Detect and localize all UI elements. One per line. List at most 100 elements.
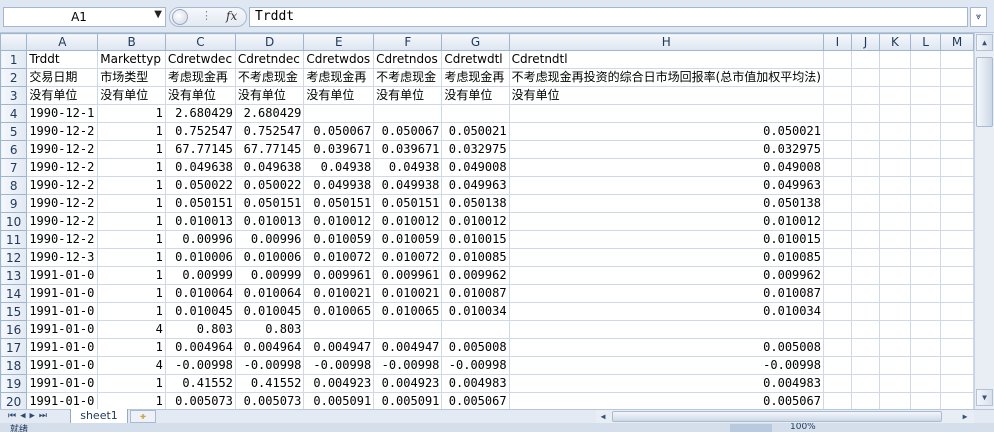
empty-cell[interactable] (850, 122, 880, 142)
row-header[interactable]: 13 (0, 266, 28, 286)
cell-f10[interactable]: 0.010012 (373, 212, 443, 232)
cell-f12[interactable]: 0.010072 (373, 248, 443, 268)
cell-a8[interactable]: 1990-12-2 (26, 176, 99, 196)
scroll-up-button[interactable]: ▲ (976, 34, 993, 51)
empty-cell[interactable] (822, 212, 852, 232)
cell-b5[interactable]: 1 (97, 122, 166, 142)
empty-cell[interactable] (940, 50, 974, 70)
cell-g6[interactable]: 0.032975 (441, 140, 510, 160)
empty-cell[interactable] (940, 104, 974, 124)
empty-cell[interactable] (909, 338, 942, 358)
cell-b18[interactable]: 4 (97, 356, 166, 376)
cell-a20[interactable]: 1991-01-0 (26, 392, 99, 409)
cell-f5[interactable]: 0.050067 (373, 122, 443, 142)
horizontal-scroll-thumb[interactable] (612, 411, 942, 422)
cell-d19[interactable]: 0.41552 (234, 374, 305, 394)
cell-b7[interactable]: 1 (97, 158, 166, 178)
empty-cell[interactable] (909, 68, 942, 88)
cell-c11[interactable]: 0.00996 (164, 230, 236, 250)
scroll-left-button[interactable]: ◀ (596, 410, 610, 423)
empty-cell[interactable] (909, 86, 942, 106)
cell-c15[interactable]: 0.010045 (164, 302, 236, 322)
column-header[interactable]: L (909, 33, 942, 52)
empty-cell[interactable] (940, 356, 974, 376)
cell-d6[interactable]: 67.77145 (234, 140, 305, 160)
empty-cell[interactable] (878, 176, 911, 196)
cell-b15[interactable]: 1 (97, 302, 166, 322)
column-header[interactable]: I (822, 33, 852, 52)
row-header[interactable]: 11 (0, 230, 28, 250)
row-header[interactable]: 7 (0, 158, 28, 178)
column-header[interactable]: M (940, 33, 974, 52)
empty-cell[interactable] (822, 122, 852, 142)
cell-g15[interactable]: 0.010034 (441, 302, 510, 322)
row-header[interactable]: 14 (0, 284, 28, 304)
cell-e4[interactable] (303, 104, 375, 124)
row-header[interactable]: 6 (0, 140, 28, 160)
empty-cell[interactable] (909, 50, 942, 70)
empty-cell[interactable] (940, 122, 974, 142)
cell-d12[interactable]: 0.010006 (234, 248, 305, 268)
empty-cell[interactable] (822, 104, 852, 124)
empty-cell[interactable] (850, 194, 880, 214)
cell-a14[interactable]: 1991-01-0 (26, 284, 99, 304)
cell-c7[interactable]: 0.049638 (164, 158, 236, 178)
cell-g17[interactable]: 0.005008 (441, 338, 510, 358)
empty-cell[interactable] (878, 266, 911, 286)
empty-cell[interactable] (822, 194, 852, 214)
cell-d8[interactable]: 0.050022 (234, 176, 305, 196)
empty-cell[interactable] (822, 140, 852, 160)
cell-f14[interactable]: 0.010021 (373, 284, 443, 304)
cell-b20[interactable]: 1 (97, 392, 166, 409)
cell-h15[interactable]: 0.010034 (508, 302, 824, 322)
empty-cell[interactable] (909, 122, 942, 142)
cell-a2[interactable]: 交易日期 (26, 68, 99, 88)
cell-g3[interactable]: 没有单位 (441, 86, 510, 106)
splitter-dots-icon[interactable]: ⋮ (201, 9, 213, 22)
cell-b10[interactable]: 1 (97, 212, 166, 232)
scroll-down-button[interactable]: ▼ (976, 389, 993, 406)
cell-g8[interactable]: 0.049963 (441, 176, 510, 196)
cell-e10[interactable]: 0.010012 (303, 212, 375, 232)
cell-h4[interactable] (508, 104, 824, 124)
empty-cell[interactable] (822, 392, 852, 409)
row-header[interactable]: 1 (0, 50, 28, 70)
cell-d14[interactable]: 0.010064 (234, 284, 305, 304)
cell-b6[interactable]: 1 (97, 140, 166, 160)
empty-cell[interactable] (909, 266, 942, 286)
row-header[interactable]: 18 (0, 356, 28, 376)
cell-g7[interactable]: 0.049008 (441, 158, 510, 178)
cell-g4[interactable] (441, 104, 510, 124)
empty-cell[interactable] (909, 230, 942, 250)
cell-g13[interactable]: 0.009962 (441, 266, 510, 286)
empty-cell[interactable] (940, 68, 974, 88)
empty-cell[interactable] (940, 140, 974, 160)
column-header[interactable]: F (373, 33, 443, 52)
empty-cell[interactable] (850, 176, 880, 196)
cell-e12[interactable]: 0.010072 (303, 248, 375, 268)
empty-cell[interactable] (850, 356, 880, 376)
column-header[interactable]: G (441, 33, 510, 52)
cell-e17[interactable]: 0.004947 (303, 338, 375, 358)
cell-a9[interactable]: 1990-12-2 (26, 194, 99, 214)
cell-c12[interactable]: 0.010006 (164, 248, 236, 268)
cell-e6[interactable]: 0.039671 (303, 140, 375, 160)
cell-a4[interactable]: 1990-12-1 (26, 104, 99, 124)
cell-a1[interactable]: Trddt (26, 50, 99, 70)
cell-d18[interactable]: -0.00998 (234, 356, 305, 376)
empty-cell[interactable] (940, 230, 974, 250)
empty-cell[interactable] (878, 212, 911, 232)
cell-h13[interactable]: 0.009962 (508, 266, 824, 286)
cell-e15[interactable]: 0.010065 (303, 302, 375, 322)
cell-g9[interactable]: 0.050138 (441, 194, 510, 214)
empty-cell[interactable] (850, 212, 880, 232)
row-header[interactable]: 17 (0, 338, 28, 358)
empty-cell[interactable] (878, 122, 911, 142)
cell-a7[interactable]: 1990-12-2 (26, 158, 99, 178)
view-buttons[interactable] (730, 424, 772, 432)
empty-cell[interactable] (850, 392, 880, 409)
column-header[interactable]: B (97, 33, 166, 52)
cell-f20[interactable]: 0.005091 (373, 392, 443, 409)
cell-h9[interactable]: 0.050138 (508, 194, 824, 214)
cell-e3[interactable]: 没有单位 (303, 86, 375, 106)
